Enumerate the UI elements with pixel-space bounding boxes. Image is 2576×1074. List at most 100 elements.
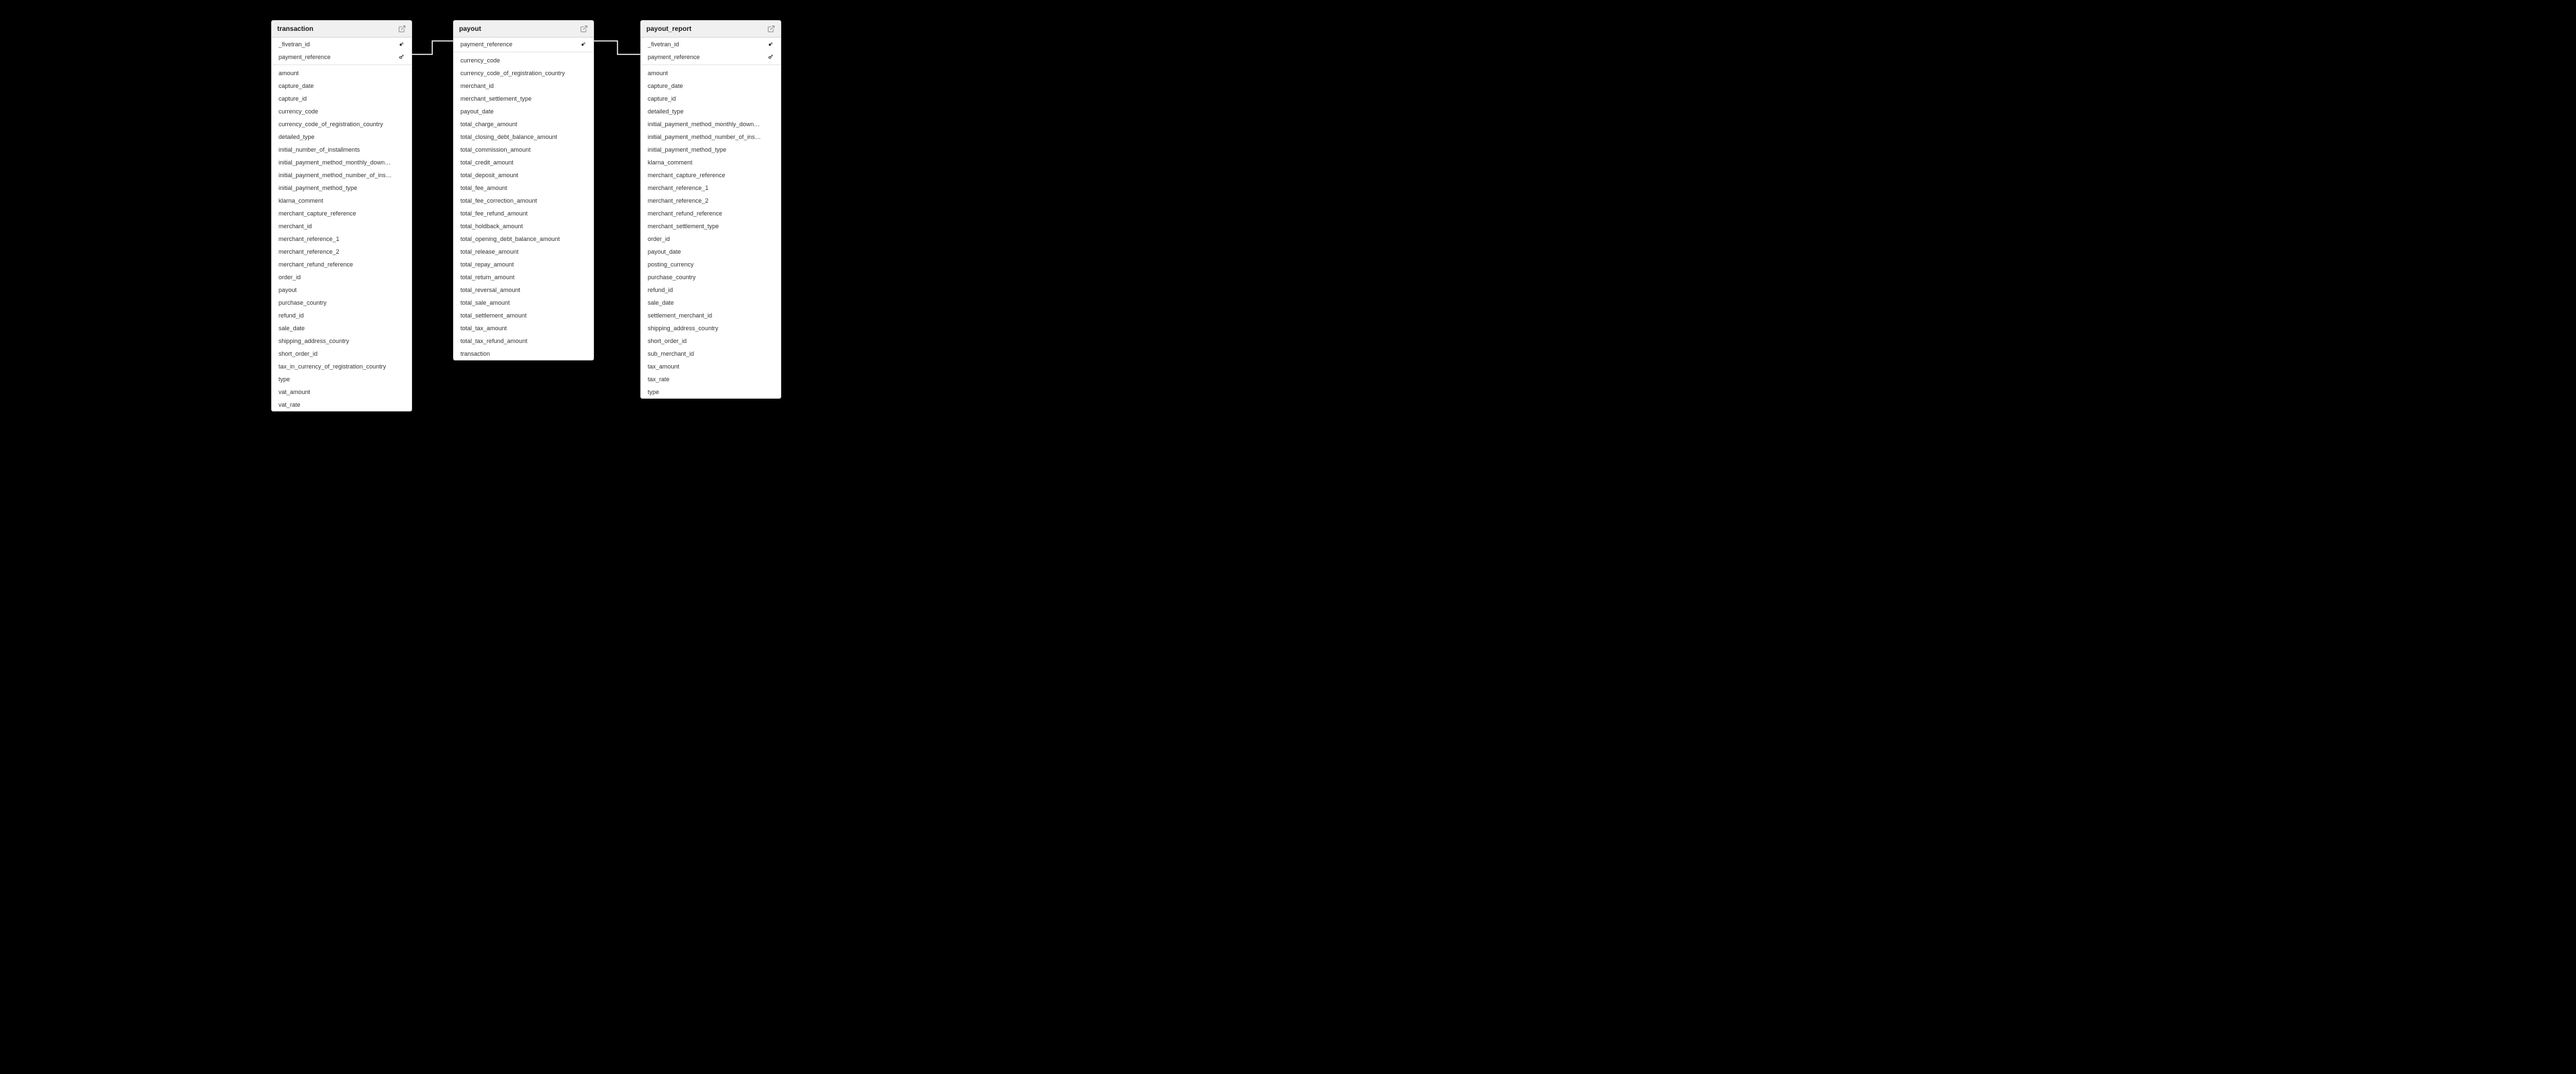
column-row[interactable]: total_sale_amount: [454, 296, 593, 309]
column-row[interactable]: initial_payment_method_monthly_down_pay.…: [641, 117, 781, 130]
column-row[interactable]: refund_id: [272, 309, 411, 322]
table-header[interactable]: payout: [454, 21, 593, 38]
column-row[interactable]: order_id: [272, 271, 411, 283]
column-row[interactable]: initial_number_of_installments: [272, 143, 411, 156]
column-row[interactable]: total_return_amount: [454, 271, 593, 283]
column-row[interactable]: sub_merchant_id: [641, 347, 781, 360]
column-row[interactable]: capture_date: [272, 79, 411, 92]
table-header[interactable]: payout_report: [641, 21, 781, 38]
column-row[interactable]: detailed_type: [272, 130, 411, 143]
column-row[interactable]: total_reversal_amount: [454, 283, 593, 296]
column-row[interactable]: total_closing_debt_balance_amount: [454, 130, 593, 143]
column-row[interactable]: initial_payment_method_number_of_install…: [641, 130, 781, 143]
column-row[interactable]: total_release_amount: [454, 245, 593, 258]
column-row[interactable]: amount: [272, 66, 411, 79]
column-row[interactable]: merchant_id: [272, 219, 411, 232]
column-row[interactable]: purchase_country: [641, 271, 781, 283]
column-row[interactable]: transaction: [454, 347, 593, 360]
column-row[interactable]: klarna_comment: [272, 194, 411, 207]
column-row[interactable]: initial_payment_method_type: [641, 143, 781, 156]
column-row[interactable]: merchant_reference_1: [641, 181, 781, 194]
column-row[interactable]: merchant_capture_reference: [641, 168, 781, 181]
column-row[interactable]: payment_reference: [454, 38, 593, 50]
column-row[interactable]: initial_payment_method_monthly_down_pay.…: [272, 156, 411, 168]
column-row[interactable]: _fivetran_id: [272, 38, 411, 50]
table-transaction[interactable]: transaction_fivetran_idpayment_reference…: [271, 20, 412, 411]
column-row[interactable]: total_deposit_amount: [454, 168, 593, 181]
column-row[interactable]: posting_currency: [641, 258, 781, 271]
column-row[interactable]: vat_amount: [272, 385, 411, 398]
column-row[interactable]: tax_rate: [641, 373, 781, 385]
external-link-icon[interactable]: [767, 25, 775, 33]
column-row[interactable]: type: [272, 373, 411, 385]
column-row[interactable]: total_holdback_amount: [454, 219, 593, 232]
column-row[interactable]: merchant_reference_2: [641, 194, 781, 207]
column-row[interactable]: order_id: [641, 232, 781, 245]
column-name: tax_amount: [648, 363, 679, 370]
column-row[interactable]: merchant_refund_reference: [641, 207, 781, 219]
column-row[interactable]: merchant_capture_reference: [272, 207, 411, 219]
column-row[interactable]: total_fee_refund_amount: [454, 207, 593, 219]
column-row[interactable]: settlement_merchant_id: [641, 309, 781, 322]
column-row[interactable]: total_charge_amount: [454, 117, 593, 130]
column-row[interactable]: capture_date: [641, 79, 781, 92]
table-payout[interactable]: payoutpayment_reference currency_codecurr…: [453, 20, 594, 360]
column-row[interactable]: shipping_address_country: [641, 322, 781, 334]
column-row[interactable]: tax_amount: [641, 360, 781, 373]
external-link-icon[interactable]: [580, 25, 588, 33]
column-row[interactable]: total_commission_amount: [454, 143, 593, 156]
column-row[interactable]: klarna_comment: [641, 156, 781, 168]
column-name: total_settlement_amount: [460, 312, 527, 319]
column-row[interactable]: merchant_reference_2: [272, 245, 411, 258]
column-row[interactable]: currency_code_of_registration_country: [454, 66, 593, 79]
column-row[interactable]: initial_payment_method_type: [272, 181, 411, 194]
column-row[interactable]: tax_in_currency_of_registration_country: [272, 360, 411, 373]
column-row[interactable]: payout_date: [454, 105, 593, 117]
column-row[interactable]: merchant_settlement_type: [641, 219, 781, 232]
column-row[interactable]: capture_id: [272, 92, 411, 105]
column-row[interactable]: payment_reference: [272, 50, 411, 63]
column-row[interactable]: currency_code_of_registration_country: [272, 117, 411, 130]
column-row[interactable]: vat_rate: [272, 398, 411, 411]
column-row[interactable]: short_order_id: [272, 347, 411, 360]
column-row[interactable]: total_repay_amount: [454, 258, 593, 271]
column-row[interactable]: detailed_type: [641, 105, 781, 117]
column-row[interactable]: merchant_refund_reference: [272, 258, 411, 271]
column-row[interactable]: _fivetran_id: [641, 38, 781, 50]
column-name: total_commission_amount: [460, 146, 531, 153]
table-payout_report[interactable]: payout_report _fivetran_idpayment_referen…: [640, 20, 781, 399]
column-row[interactable]: total_opening_debt_balance_amount: [454, 232, 593, 245]
column-row[interactable]: total_tax_amount: [454, 322, 593, 334]
column-row[interactable]: initial_payment_method_number_of_install…: [272, 168, 411, 181]
column-row[interactable]: merchant_reference_1: [272, 232, 411, 245]
column-row[interactable]: purchase_country: [272, 296, 411, 309]
column-row[interactable]: merchant_id: [454, 79, 593, 92]
column-row[interactable]: payout_date: [641, 245, 781, 258]
column-row[interactable]: total_fee_correction_amount: [454, 194, 593, 207]
column-name: shipping_address_country: [648, 325, 718, 332]
column-row[interactable]: payout: [272, 283, 411, 296]
column-row[interactable]: refund_id: [641, 283, 781, 296]
column-name: total_fee_correction_amount: [460, 197, 537, 204]
column-row[interactable]: short_order_id: [641, 334, 781, 347]
column-name: short_order_id: [648, 338, 687, 344]
column-row[interactable]: currency_code: [454, 54, 593, 66]
column-row[interactable]: amount: [641, 66, 781, 79]
column-row[interactable]: total_credit_amount: [454, 156, 593, 168]
column-row[interactable]: type: [641, 385, 781, 398]
table-title: payout_report: [646, 26, 691, 33]
external-link-icon[interactable]: [398, 25, 406, 33]
column-row[interactable]: merchant_settlement_type: [454, 92, 593, 105]
column-row[interactable]: sale_date: [272, 322, 411, 334]
column-row[interactable]: capture_id: [641, 92, 781, 105]
table-header[interactable]: transaction: [272, 21, 411, 38]
column-row[interactable]: total_fee_amount: [454, 181, 593, 194]
column-name: amount: [648, 70, 668, 77]
column-row[interactable]: total_settlement_amount: [454, 309, 593, 322]
column-name: type: [279, 376, 290, 383]
column-row[interactable]: total_tax_refund_amount: [454, 334, 593, 347]
column-row[interactable]: currency_code: [272, 105, 411, 117]
column-row[interactable]: sale_date: [641, 296, 781, 309]
column-row[interactable]: payment_reference: [641, 50, 781, 63]
column-row[interactable]: shipping_address_country: [272, 334, 411, 347]
